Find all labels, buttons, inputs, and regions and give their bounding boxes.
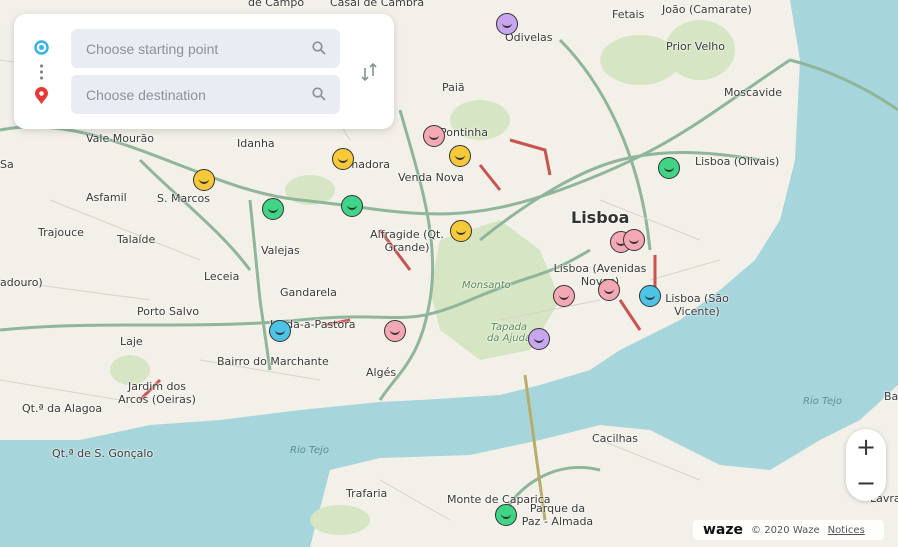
map-label: Lisboa (São Vicente): [665, 292, 729, 318]
map-label: Jardim dos Arcos (Oeiras): [118, 380, 196, 406]
map-label: Trajouce: [38, 226, 84, 239]
wazer-icon[interactable]: [496, 13, 518, 35]
wazer-icon[interactable]: [598, 279, 620, 301]
wazer-icon[interactable]: [423, 125, 445, 147]
route-dots-icon: [39, 64, 44, 80]
map-label-city: Lisboa: [571, 208, 630, 227]
wazer-icon[interactable]: [341, 195, 363, 217]
map-label: Laje: [120, 335, 143, 348]
map-label: Prior Velho: [666, 40, 725, 53]
search-icon[interactable]: [312, 87, 326, 101]
map-label: Trafaria: [346, 487, 388, 500]
map-label: Ba: [884, 390, 898, 403]
map-label: Leceia: [204, 270, 240, 283]
wazer-icon[interactable]: [193, 169, 215, 191]
map-label: Moscavide: [724, 86, 783, 99]
wazer-icon[interactable]: [449, 145, 471, 167]
map-label: Talaíde: [117, 233, 156, 246]
wazer-icon[interactable]: [495, 504, 517, 526]
map-label: Qt.ª de S. Gonçalo: [52, 447, 154, 460]
zoom-control: + −: [846, 429, 886, 501]
map-label: Fetais: [612, 8, 645, 21]
wazer-icon[interactable]: [332, 148, 354, 170]
wazer-icon[interactable]: [623, 229, 645, 251]
map-label: Venda Nova: [398, 171, 464, 184]
map-label: Gandarela: [280, 286, 337, 299]
wazer-icon[interactable]: [553, 285, 575, 307]
wazer-icon[interactable]: [528, 328, 550, 350]
map-label: Parque da Paz - Almada: [521, 502, 594, 528]
map-label: Lisboa (Olivais): [695, 155, 780, 168]
map-label: Algés: [366, 366, 397, 379]
destination-input[interactable]: Choose destination: [71, 75, 340, 114]
copyright-text: © 2020 Waze: [751, 524, 820, 536]
map-label: Porto Salvo: [137, 305, 200, 318]
origin-icon: [34, 40, 49, 55]
notices-link[interactable]: Notices: [828, 525, 865, 536]
wazer-icon[interactable]: [384, 320, 406, 342]
map-label: Qt.ª da Alagoa: [22, 402, 103, 415]
map-label: Valejas: [261, 244, 300, 257]
map-label: Bairro do Marchante: [217, 355, 329, 368]
map-label: de Campo: [248, 0, 305, 9]
zoom-in-button[interactable]: +: [846, 429, 886, 465]
wazer-icon[interactable]: [450, 220, 472, 242]
park-label: Monsanto: [462, 280, 511, 291]
wazer-icon[interactable]: [658, 157, 680, 179]
wazer-icon[interactable]: [269, 320, 291, 342]
swap-icon[interactable]: [359, 62, 379, 82]
search-icon[interactable]: [312, 41, 326, 55]
starting-point-placeholder: Choose starting point: [86, 40, 219, 57]
waze-logo: waze: [703, 522, 744, 538]
wazer-icon[interactable]: [262, 198, 284, 220]
map-label: Sa: [0, 158, 14, 171]
map-label: S. Marcos: [157, 192, 210, 205]
map-label: adouro): [0, 276, 43, 289]
map-label: Idanha: [237, 137, 275, 150]
map-label: Casal de Cambra: [330, 0, 425, 9]
map-label: Paiã: [442, 81, 465, 94]
map-label: Vale Mourão: [86, 132, 154, 145]
wazer-icon[interactable]: [639, 285, 661, 307]
park-label: Tapada da Ajuda: [486, 322, 532, 344]
map-label: Asfamil: [86, 191, 127, 204]
destination-placeholder: Choose destination: [86, 86, 206, 103]
water-label: Rio Tejo: [290, 445, 329, 456]
destination-pin-icon: [35, 87, 48, 104]
water-label: Rio Tejo: [803, 396, 842, 407]
zoom-out-button[interactable]: −: [846, 465, 886, 501]
map-label: Alfragide (Qt. Grande): [370, 228, 444, 254]
directions-panel: Choose starting point Choose destination: [14, 14, 394, 129]
map-label: Pontinha: [440, 126, 488, 139]
map-label: Cacilhas: [592, 432, 639, 445]
map-label: João (Camarate): [662, 3, 752, 16]
attribution-bar: waze © 2020 Waze Notices: [693, 520, 884, 540]
starting-point-input[interactable]: Choose starting point: [71, 29, 340, 68]
